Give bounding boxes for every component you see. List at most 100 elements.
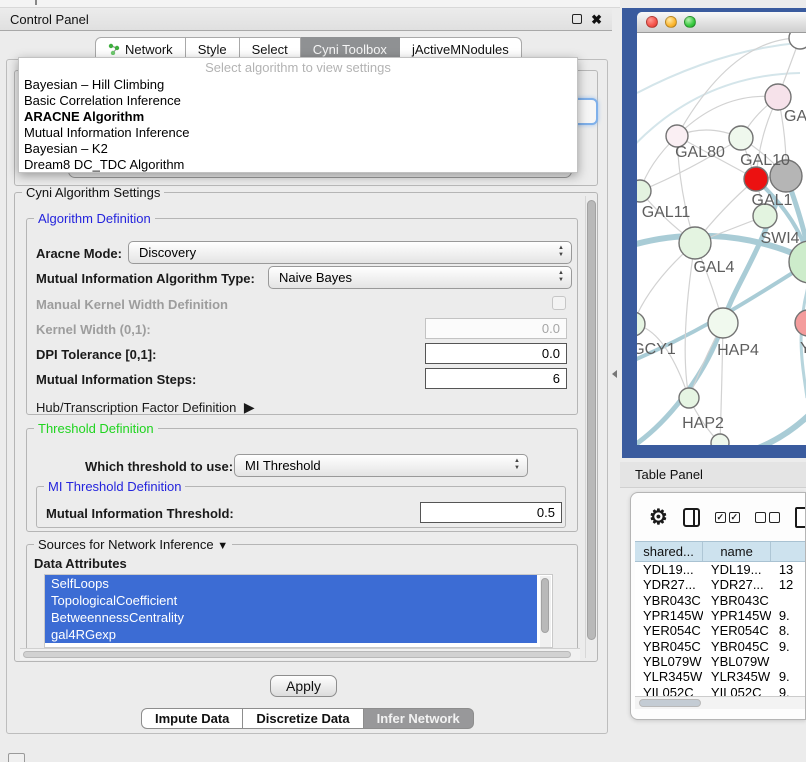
mi-type-combo[interactable]: Naive Bayes ▲▼ xyxy=(268,266,572,289)
network-node-y[interactable] xyxy=(795,310,806,336)
table-column-header[interactable]: name xyxy=(703,542,771,561)
attribute-list-item[interactable]: BetweennessCentrality xyxy=(45,609,537,626)
table-row[interactable]: YBR043CYBR043C xyxy=(635,593,806,608)
mi-threshold-field[interactable]: 0.5 xyxy=(420,502,562,523)
top-strip xyxy=(0,0,620,8)
bottom-tab-infer-network[interactable]: Infer Network xyxy=(364,708,474,729)
tab-network[interactable]: Network xyxy=(95,37,186,59)
checked-box-icon: ✓ xyxy=(729,512,740,523)
settings-hscrollbar-thumb[interactable] xyxy=(23,651,571,658)
network-node-gcy1[interactable] xyxy=(637,312,645,336)
close-panel-icon[interactable]: ✖ xyxy=(591,13,602,26)
network-icon xyxy=(108,43,120,55)
tab-select[interactable]: Select xyxy=(240,37,301,59)
tab-style[interactable]: Style xyxy=(186,37,240,59)
table-cell: YBR045C xyxy=(703,639,771,654)
network-node[interactable] xyxy=(789,33,806,49)
table-row[interactable]: YLR345WYLR345W9. xyxy=(635,669,806,684)
which-threshold-label: Which threshold to use: xyxy=(85,459,233,474)
attribute-list-item[interactable]: TopologicalCoefficient xyxy=(45,592,537,609)
sources-group-title[interactable]: Sources for Network Inference ▼ xyxy=(34,537,232,552)
table-toolbar: ⚙ ✓ ✓ xyxy=(631,493,806,541)
data-attributes-label: Data Attributes xyxy=(34,556,127,571)
table-row[interactable]: YBR045CYBR045C9. xyxy=(635,638,806,653)
network-node-gal10[interactable] xyxy=(729,126,753,150)
hub-definition-toggle[interactable]: Hub/Transcription Factor Definition ▶ xyxy=(36,399,255,416)
tab-label: Select xyxy=(252,42,288,57)
dropdown-item[interactable]: ARACNE Algorithm xyxy=(19,109,577,125)
table-hscrollbar-thumb[interactable] xyxy=(639,699,701,707)
network-node-label: HAP2 xyxy=(682,415,724,432)
dropdown-item[interactable]: Dream8 DC_TDC Algorithm xyxy=(19,157,577,173)
panel-splitter-handle[interactable] xyxy=(612,370,617,378)
select-all-icon[interactable]: ✓ ✓ xyxy=(715,512,740,523)
expand-right-icon: ▶ xyxy=(240,399,255,415)
tab-cyni-toolbox[interactable]: Cyni Toolbox xyxy=(301,37,400,59)
apply-button[interactable]: Apply xyxy=(270,675,337,697)
deselect-all-icon[interactable] xyxy=(755,512,780,523)
network-node[interactable] xyxy=(711,434,729,445)
tab-label: Style xyxy=(198,42,227,57)
data-attributes-list[interactable]: SelfLoopsTopologicalCoefficientBetweenne… xyxy=(44,574,553,648)
network-node-gal11[interactable] xyxy=(637,180,651,202)
table-header-row: shared...name xyxy=(635,541,806,562)
attribute-list-item[interactable]: SelfLoops xyxy=(45,575,537,592)
minimized-panel-icon[interactable] xyxy=(8,753,25,762)
network-canvas[interactable]: GALGAL80GAL10GAL1GAL11SWI4GAL4GCY1YHAP4H… xyxy=(637,33,806,445)
checked-box-icon: ✓ xyxy=(715,512,726,523)
new-table-icon[interactable] xyxy=(795,507,806,528)
table-row[interactable]: YER054CYER054C8. xyxy=(635,623,806,638)
bottom-tab-impute-data[interactable]: Impute Data xyxy=(141,708,243,729)
network-node-gal[interactable] xyxy=(765,84,791,110)
bottom-tabbar: Impute DataDiscretize DataInfer Network xyxy=(141,708,474,729)
manual-kernel-checkbox[interactable] xyxy=(552,296,566,310)
zoom-window-icon[interactable] xyxy=(684,16,696,28)
network-edge xyxy=(677,96,778,136)
tab-jactivemnodules[interactable]: jActiveMNodules xyxy=(400,37,522,59)
dropdown-item[interactable]: Bayesian – Hill Climbing xyxy=(19,77,577,93)
settings-scrollbar-track[interactable] xyxy=(585,196,597,658)
table-column-header[interactable]: shared... xyxy=(635,542,703,561)
table-cell: YDR27... xyxy=(703,577,771,592)
unchecked-box-icon xyxy=(755,512,766,523)
sources-title-text: Sources for Network Inference xyxy=(38,537,214,552)
mi-steps-field[interactable]: 6 xyxy=(425,368,567,389)
dropdown-item[interactable]: Basic Correlation Inference xyxy=(19,93,577,109)
dpi-tolerance-field[interactable]: 0.0 xyxy=(425,343,567,364)
table-row[interactable]: YPR145WYPR145W9. xyxy=(635,608,806,623)
network-node-hap2[interactable] xyxy=(679,388,699,408)
attribute-list-item[interactable]: gal4RGexp xyxy=(45,626,537,643)
attributes-scrollbar-track[interactable] xyxy=(540,576,551,648)
table-column-header[interactable] xyxy=(771,542,806,561)
network-node[interactable] xyxy=(789,241,806,283)
tab-label: jActiveMNodules xyxy=(412,42,509,57)
settings-hscrollbar-track[interactable] xyxy=(20,648,580,660)
column-layout-icon[interactable] xyxy=(683,508,700,527)
table-row[interactable]: YDL19...YDL19...13 xyxy=(635,562,806,577)
dropdown-item[interactable]: Bayesian – K2 xyxy=(19,141,577,157)
mi-type-label: Mutual Information Algorithm Type: xyxy=(36,271,255,286)
aracne-mode-combo[interactable]: Discovery ▲▼ xyxy=(128,241,572,264)
which-threshold-combo[interactable]: MI Threshold ▲▼ xyxy=(234,454,528,477)
node-table[interactable]: shared...name YDL19...YDL19...13YDR27...… xyxy=(635,541,806,719)
mi-type-value: Naive Bayes xyxy=(279,270,352,285)
float-panel-icon[interactable] xyxy=(572,14,582,24)
attributes-scrollbar-thumb[interactable] xyxy=(541,578,549,633)
aracne-mode-value: Discovery xyxy=(139,245,196,260)
settings-scrollbar-thumb[interactable] xyxy=(587,200,596,640)
table-hscrollbar-track[interactable] xyxy=(635,696,806,709)
gear-icon[interactable]: ⚙ xyxy=(649,507,668,528)
network-node-label: GAL80 xyxy=(675,144,725,161)
which-threshold-value: MI Threshold xyxy=(245,458,321,473)
table-row[interactable]: YBL079WYBL079W xyxy=(635,654,806,669)
bottom-tab-discretize-data[interactable]: Discretize Data xyxy=(243,708,363,729)
network-node-gal4[interactable] xyxy=(679,227,711,259)
minimize-window-icon[interactable] xyxy=(665,16,677,28)
network-window-titlebar[interactable] xyxy=(637,12,806,33)
table-cell: 9. xyxy=(771,639,806,654)
close-window-icon[interactable] xyxy=(646,16,658,28)
network-node-gal1[interactable] xyxy=(744,167,768,191)
dropdown-item[interactable]: Mutual Information Inference xyxy=(19,125,577,141)
table-row[interactable]: YDR27...YDR27...12 xyxy=(635,577,806,592)
network-node-hap4[interactable] xyxy=(708,308,738,338)
